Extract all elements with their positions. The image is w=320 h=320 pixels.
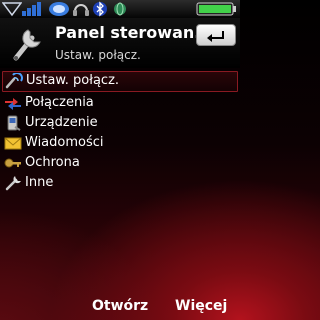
menu-item-label: Inne — [25, 175, 54, 190]
back-arrow-icon — [207, 31, 224, 42]
menu-item-messages[interactable]: Wiadomości — [0, 133, 240, 153]
back-button[interactable] — [196, 24, 236, 46]
calls-icon — [5, 98, 21, 110]
globe-icon — [114, 2, 126, 16]
menu-item-other[interactable]: Inne — [0, 173, 240, 193]
header: Panel sterowan. Ustaw. połącz. — [0, 18, 240, 68]
menu-item-label: Połączenia — [25, 95, 94, 110]
menu-item-label: Ustaw. połącz. — [26, 73, 120, 88]
tools-icon — [5, 176, 21, 191]
menu-list: Ustaw. połącz. Połączenia Urządzenie Wia… — [0, 70, 240, 193]
status-bar — [0, 0, 240, 18]
network-3g-icon — [22, 2, 41, 16]
menu-item-calls[interactable]: Połączenia — [0, 93, 240, 113]
page-title: Panel sterowan. — [55, 23, 201, 42]
signal-icon — [2, 2, 22, 17]
menu-item-security[interactable]: Ochrona — [0, 153, 240, 173]
more-softkey[interactable]: Więcej — [175, 298, 227, 314]
open-softkey[interactable]: Otwórz — [92, 298, 148, 314]
menu-item-label: Wiadomości — [25, 135, 104, 150]
battery-icon — [196, 2, 236, 16]
menu-item-device[interactable]: Urządzenie — [0, 113, 240, 133]
menu-item-label: Urządzenie — [25, 115, 98, 130]
key-icon — [4, 158, 21, 168]
menu-item-label: Ochrona — [25, 155, 80, 170]
softkey-bar: Otwórz Więcej — [0, 292, 240, 320]
wrench-icon — [13, 29, 41, 61]
envelope-icon — [4, 137, 22, 150]
message-icon — [49, 2, 69, 16]
connection-settings-icon — [5, 73, 23, 89]
device-icon — [7, 115, 21, 131]
headset-icon — [73, 4, 89, 16]
menu-item-connection-settings[interactable]: Ustaw. połącz. — [2, 71, 238, 92]
page-subtitle: Ustaw. połącz. — [55, 48, 141, 62]
bluetooth-icon — [93, 1, 107, 17]
